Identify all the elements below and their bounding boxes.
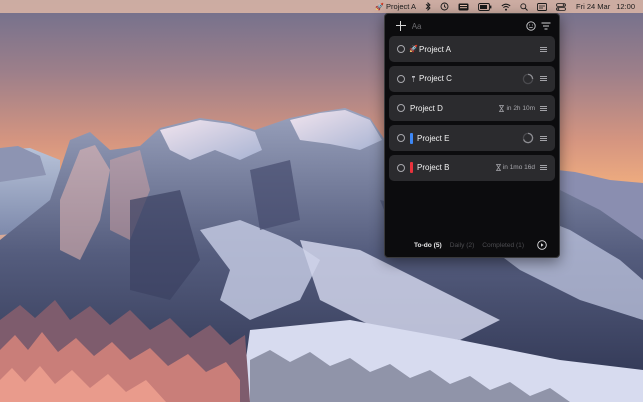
task-title: Project C [419, 74, 452, 84]
time-machine-icon[interactable] [440, 0, 449, 13]
task-row[interactable]: 🚀 Project A [389, 36, 555, 62]
menu-bar-date[interactable]: Fri 24 Mar [576, 0, 610, 13]
color-tag-blue [410, 132, 413, 144]
spotlight-search-icon[interactable] [520, 0, 528, 13]
drag-handle-icon[interactable] [540, 165, 547, 171]
drag-handle-icon[interactable] [540, 135, 547, 141]
panel-footer: To-do (5) Daily (2) Completed (1) [385, 239, 559, 251]
drag-handle-icon[interactable] [540, 105, 547, 111]
task-title: Project E [417, 133, 450, 143]
hourglass-icon [495, 164, 501, 172]
rocket-icon: 🚀 [409, 46, 418, 53]
due-text: in 1mo 16d [502, 164, 535, 172]
menu-bar-time[interactable]: 12:00 [616, 0, 635, 13]
task-row[interactable]: Project E [389, 125, 555, 152]
tab-daily[interactable]: Daily (2) [450, 242, 475, 249]
progress-spinner-icon [522, 73, 534, 84]
task-row[interactable]: Project D in 2h 10m [389, 95, 555, 122]
task-checkbox[interactable] [397, 104, 405, 113]
control-center-icon[interactable] [556, 0, 566, 13]
todo-popover: 🚀 Project A Project C Project D in 2h 10… [384, 13, 560, 258]
menu-bar-app-label: Project A [386, 2, 417, 11]
due-label: in 2h 10m [499, 105, 535, 112]
drag-handle-icon[interactable] [540, 46, 547, 52]
task-checkbox[interactable] [397, 163, 405, 172]
task-title: Project B [417, 163, 450, 173]
drag-handle-icon[interactable] [540, 76, 547, 82]
progress-spinner-icon [522, 132, 534, 144]
hammer-icon [409, 75, 418, 83]
task-row[interactable]: Project C [389, 65, 555, 92]
panel-header [385, 18, 559, 34]
task-checkbox[interactable] [397, 74, 405, 83]
add-task-icon[interactable] [396, 21, 406, 31]
screen-mirror-icon[interactable] [537, 0, 547, 13]
tab-todo[interactable]: To-do (5) [414, 242, 442, 249]
bluetooth-icon[interactable] [425, 0, 431, 13]
due-label: in 1mo 16d [495, 164, 535, 172]
rocket-icon: 🚀 [375, 3, 385, 11]
color-tag-red [410, 162, 413, 174]
play-circle-icon[interactable] [537, 240, 547, 250]
task-row[interactable]: Project B in 1mo 16d [389, 154, 555, 181]
hourglass-icon [499, 105, 505, 112]
task-checkbox[interactable] [397, 134, 405, 143]
keyboard-input-icon[interactable] [458, 0, 469, 13]
tab-completed[interactable]: Completed (1) [482, 242, 524, 249]
battery-icon[interactable] [478, 0, 492, 13]
task-title: Project A [419, 44, 452, 54]
task-list: 🚀 Project A Project C Project D in 2h 10… [389, 36, 555, 184]
task-checkbox[interactable] [397, 45, 405, 53]
smiley-icon[interactable] [526, 21, 537, 32]
task-title: Project D [410, 103, 443, 113]
menu-bar-app-item[interactable]: 🚀 Project A [375, 0, 416, 13]
wifi-icon[interactable] [501, 0, 511, 13]
due-text: in 2h 10m [506, 104, 535, 112]
filter-menu-icon[interactable] [540, 21, 551, 32]
menu-bar: 🚀 Project A Fri 24 Mar 12:00 [0, 0, 643, 13]
new-task-input[interactable] [411, 21, 522, 31]
